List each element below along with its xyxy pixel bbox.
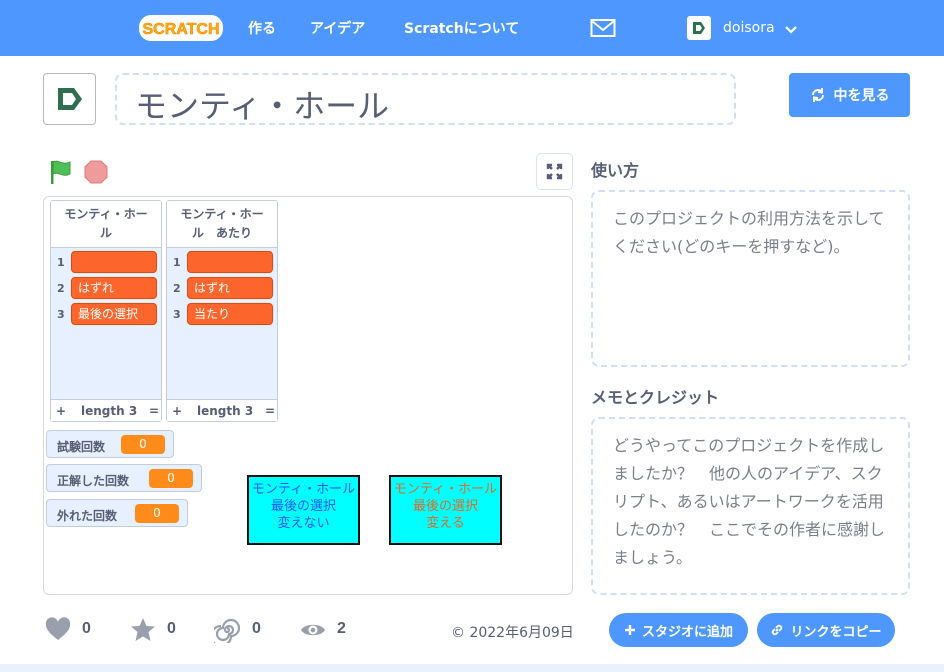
list-length: length 3: [81, 404, 138, 418]
list-item: 1: [167, 251, 279, 273]
love-count: 0: [82, 620, 91, 637]
plus-icon: [624, 625, 635, 635]
list-title: モンティ・ホー ル あたり: [167, 201, 277, 248]
favorite-count: 0: [167, 620, 176, 637]
sprite-label-line: モンティ・ホール: [251, 482, 356, 497]
project-author-avatar[interactable]: [43, 73, 96, 125]
fullscreen-button[interactable]: [536, 153, 573, 190]
list-length: length 3: [197, 404, 254, 418]
author-avatar-icon: [58, 88, 82, 110]
list-resize-handle[interactable]: =: [265, 404, 275, 418]
switch-choice-sprite-button[interactable]: モンティ・ホール 最後の選択 変える: [389, 475, 502, 545]
sprite-label-line: 最後の選択: [270, 499, 336, 514]
variable-value: 0: [135, 504, 179, 523]
list-item: 3 最後の選択: [51, 303, 163, 325]
list-item-value[interactable]: はずれ: [187, 277, 273, 299]
see-inside-button[interactable]: 中を見る: [789, 73, 910, 117]
list-item-index: 1: [57, 256, 65, 269]
list-add-button[interactable]: +: [172, 404, 182, 418]
copy-link-button[interactable]: リンクをコピー: [757, 613, 895, 647]
list-resize-handle[interactable]: =: [149, 404, 159, 418]
add-to-studio-button[interactable]: スタジオに追加: [609, 613, 748, 647]
list-item-index: 3: [57, 308, 65, 321]
share-date-text: 2022年6月09日: [469, 625, 574, 641]
list-item-index: 2: [57, 282, 65, 295]
mail-icon[interactable]: [590, 18, 616, 38]
list-monitor-monty-hall: モンティ・ホー ル 1 2 はずれ 3 最後の選択 + length 3 =: [50, 200, 162, 422]
instructions-heading: 使い方: [591, 161, 640, 180]
variable-value: 0: [149, 469, 193, 488]
list-add-button[interactable]: +: [56, 404, 66, 418]
scratch-logo[interactable]: SCRATCH: [138, 13, 224, 43]
list-footer: + length 3 =: [51, 399, 161, 421]
variable-label: 正解した回数: [57, 474, 130, 488]
copy-link-label: リンクをコピー: [790, 624, 882, 640]
list-item: 2 はずれ: [167, 277, 279, 299]
list-item-value[interactable]: はずれ: [71, 277, 157, 299]
variable-monitor-wrong: 外れた回数 0: [46, 499, 188, 527]
add-to-studio-label: スタジオに追加: [641, 624, 733, 640]
sprite-label-line: 変える: [426, 516, 465, 531]
copyright-icon: ©: [451, 625, 465, 641]
star-icon[interactable]: [130, 617, 156, 643]
list-title: モンティ・ホー ル: [51, 201, 161, 248]
user-avatar-icon: [693, 22, 705, 34]
see-inside-label: 中を見る: [833, 88, 890, 104]
list-footer: + length 3 =: [167, 399, 277, 421]
svg-text:SCRATCH: SCRATCH: [142, 21, 219, 38]
notes-heading: メモとクレジット: [591, 388, 720, 407]
notes-field[interactable]: どうやってこのプロジェクトを作成しましたか？ 他の人のアイデア、スクリプト、ある…: [591, 417, 910, 595]
list-title-line1: モンティ・ホー: [64, 207, 148, 221]
chevron-down-icon[interactable]: [784, 22, 798, 36]
list-item: 1: [51, 251, 163, 273]
list-item-value[interactable]: [71, 251, 157, 273]
variable-monitor-trials: 試験回数 0: [46, 430, 174, 458]
list-item: 2 はずれ: [51, 277, 163, 299]
remix-count: 0: [252, 620, 261, 637]
variable-label: 試験回数: [57, 440, 106, 454]
fullscreen-icon: [546, 163, 563, 180]
nav-about-link[interactable]: Scratchについて: [404, 18, 519, 38]
username-label[interactable]: doisora: [723, 20, 775, 36]
list-item-index: 1: [173, 256, 181, 269]
variable-monitor-correct: 正解した回数 0: [46, 464, 202, 492]
list-title-line2: ル あたり: [191, 226, 252, 240]
remix-spiral-icon: [214, 618, 240, 643]
green-flag-icon[interactable]: [48, 158, 74, 186]
project-title: モンティ・ホール: [135, 87, 390, 125]
eye-icon: [301, 624, 325, 636]
list-item-index: 3: [173, 308, 181, 321]
stop-sign-icon[interactable]: [84, 160, 108, 184]
page-footer-edge: [0, 664, 944, 672]
keep-choice-sprite-button[interactable]: モンティ・ホール 最後の選択 変えない: [247, 475, 360, 545]
project-title-field[interactable]: モンティ・ホール: [115, 73, 736, 125]
nav-create-link[interactable]: 作る: [248, 18, 276, 38]
variable-label: 外れた回数: [57, 509, 118, 523]
instructions-field[interactable]: このプロジェクトの利用方法を示してください(どのキーを押すなど)。: [591, 190, 910, 367]
top-nav: SCRATCH 作る アイデア Scratchについて doisora: [0, 0, 944, 56]
sprite-label-line: モンティ・ホール: [393, 482, 498, 497]
variable-value: 0: [121, 435, 165, 454]
sprite-label-line: 最後の選択: [412, 499, 478, 514]
list-item-value[interactable]: 当たり: [187, 303, 273, 325]
list-item-index: 2: [173, 282, 181, 295]
list-title-line1: モンティ・ホー: [180, 207, 264, 221]
sprite-label-line: 変えない: [277, 516, 330, 531]
remix-arrows-icon: [811, 88, 824, 102]
list-item: 3 当たり: [167, 303, 279, 325]
list-item-value[interactable]: [187, 251, 273, 273]
list-monitor-monty-hall-hit: モンティ・ホー ル あたり 1 2 はずれ 3 当たり + length 3 =: [166, 200, 278, 422]
share-date: © 2022年6月09日: [451, 622, 574, 642]
list-item-value[interactable]: 最後の選択: [71, 303, 157, 325]
project-stage[interactable]: モンティ・ホー ル 1 2 はずれ 3 最後の選択 + length 3 = モ…: [43, 196, 573, 595]
heart-icon[interactable]: [45, 617, 71, 643]
view-count: 2: [337, 620, 346, 637]
list-title-line2: ル: [99, 226, 112, 240]
user-avatar[interactable]: [687, 16, 711, 40]
nav-ideas-link[interactable]: アイデア: [310, 18, 365, 38]
link-icon: [772, 624, 783, 636]
